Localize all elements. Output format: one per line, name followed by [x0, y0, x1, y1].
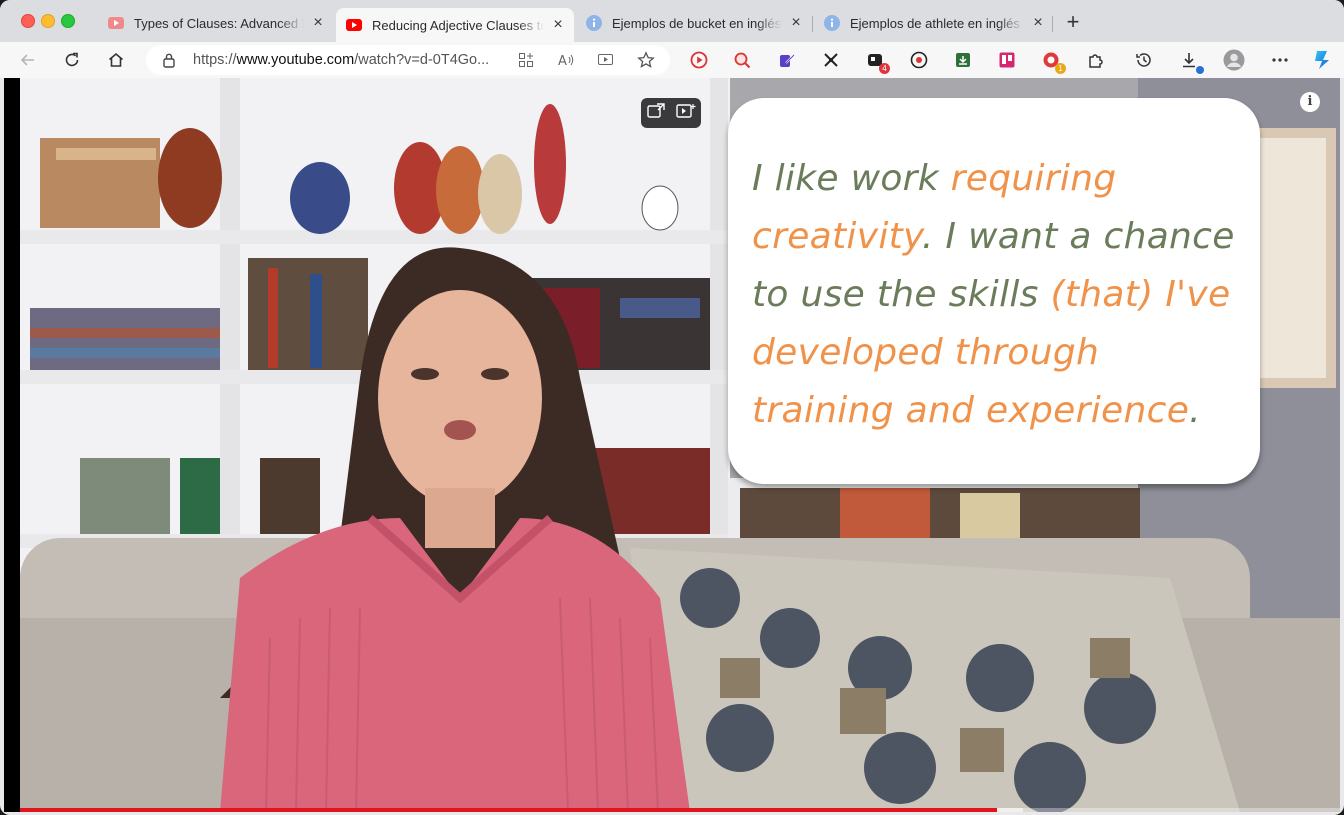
info-icon[interactable]: i — [1300, 92, 1320, 112]
info-icon — [824, 15, 840, 31]
tab-title: Ejemplos de bucket en inglés | — [612, 15, 782, 31]
back-button[interactable] — [16, 48, 40, 72]
tab-title: Reducing Adjective Clauses to — [372, 17, 544, 33]
video-play-icon[interactable] — [689, 50, 709, 70]
new-tab-button[interactable]: + — [1062, 11, 1084, 34]
search-magnify-icon[interactable] — [732, 50, 752, 70]
tab-reducing-adjective-clauses[interactable]: Reducing Adjective Clauses to × — [336, 8, 574, 42]
home-icon — [108, 52, 124, 67]
caption-card: I like work requiring creativity. I want… — [728, 98, 1260, 484]
extensions-puzzle-icon[interactable] — [1085, 50, 1105, 70]
close-tab-icon[interactable]: × — [310, 15, 326, 31]
tab-ejemplos-bucket[interactable]: Ejemplos de bucket en inglés | × — [576, 8, 812, 38]
caption-plain: . — [1189, 390, 1201, 431]
caption-text: I like work requiring creativity. I want… — [752, 150, 1242, 440]
read-aloud-icon[interactable]: A — [556, 50, 576, 70]
more-menu-icon[interactable] — [1270, 50, 1290, 70]
progress-played — [20, 808, 997, 812]
browser-window: Types of Clauses: Advanced En × Reducing… — [0, 0, 1344, 815]
tab-title: Ejemplos de athlete en inglés | — [850, 15, 1024, 31]
tab-ejemplos-athlete[interactable]: Ejemplos de athlete en inglés | × — [814, 8, 1054, 38]
picture-in-picture-icon[interactable] — [646, 102, 665, 124]
close-tab-icon[interactable]: × — [550, 17, 566, 33]
reload-icon — [65, 52, 79, 67]
record-dot-icon[interactable]: 1 — [1041, 50, 1066, 74]
app-available-icon[interactable] — [516, 50, 536, 70]
info-icon — [586, 15, 602, 31]
trello-board-icon[interactable] — [997, 50, 1017, 70]
history-icon[interactable] — [1134, 50, 1154, 70]
address-bar[interactable]: https://www.youtube.com/watch?v=d-0T4Go.… — [146, 45, 670, 75]
reload-button[interactable] — [60, 48, 84, 72]
caption-plain: I like work — [752, 158, 951, 199]
youtube-icon — [108, 15, 124, 31]
lock-icon[interactable] — [162, 52, 176, 73]
pen-edit-icon[interactable] — [777, 50, 797, 70]
tab-title: Types of Clauses: Advanced En — [134, 15, 304, 31]
extension-counter-icon[interactable]: 4 — [865, 50, 890, 74]
extension-badge: 1 — [1055, 63, 1066, 74]
close-tab-icon[interactable]: × — [788, 15, 804, 31]
downloads-icon[interactable] — [1179, 50, 1204, 74]
minimize-window-button[interactable] — [41, 14, 55, 28]
extension-badge: 4 — [879, 63, 890, 74]
back-arrow-icon — [20, 54, 34, 66]
url-text[interactable]: https://www.youtube.com/watch?v=d-0T4Go.… — [193, 52, 505, 68]
scatter-arrows-icon[interactable] — [821, 50, 841, 70]
home-button[interactable] — [104, 48, 128, 72]
toolbar: https://www.youtube.com/watch?v=d-0T4Go.… — [0, 42, 1344, 78]
svg-text:A: A — [558, 54, 567, 68]
video-enhance-icon[interactable] — [675, 103, 696, 124]
favorite-star-icon[interactable] — [636, 50, 656, 70]
download-box-icon[interactable] — [953, 50, 973, 70]
video-progress-bar[interactable] — [20, 808, 1340, 812]
close-tab-icon[interactable]: × — [1030, 15, 1046, 31]
download-indicator — [1196, 66, 1204, 74]
maximize-window-button[interactable] — [61, 14, 75, 28]
close-window-button[interactable] — [21, 14, 35, 28]
youtube-icon — [346, 17, 362, 33]
video-overlay-controls — [641, 98, 701, 128]
profile-avatar[interactable] — [1222, 48, 1246, 72]
page-viewport: i I like work requiring creativity. I wa… — [4, 78, 1340, 812]
record-video-icon[interactable] — [909, 50, 929, 70]
tab-strip: Types of Clauses: Advanced En × Reducing… — [0, 0, 1344, 42]
copilot-icon[interactable] — [1310, 48, 1334, 72]
tab-divider — [1052, 16, 1053, 32]
immersive-reader-icon[interactable] — [596, 50, 616, 70]
tab-types-of-clauses[interactable]: Types of Clauses: Advanced En × — [98, 8, 334, 38]
tab-divider — [812, 16, 813, 32]
